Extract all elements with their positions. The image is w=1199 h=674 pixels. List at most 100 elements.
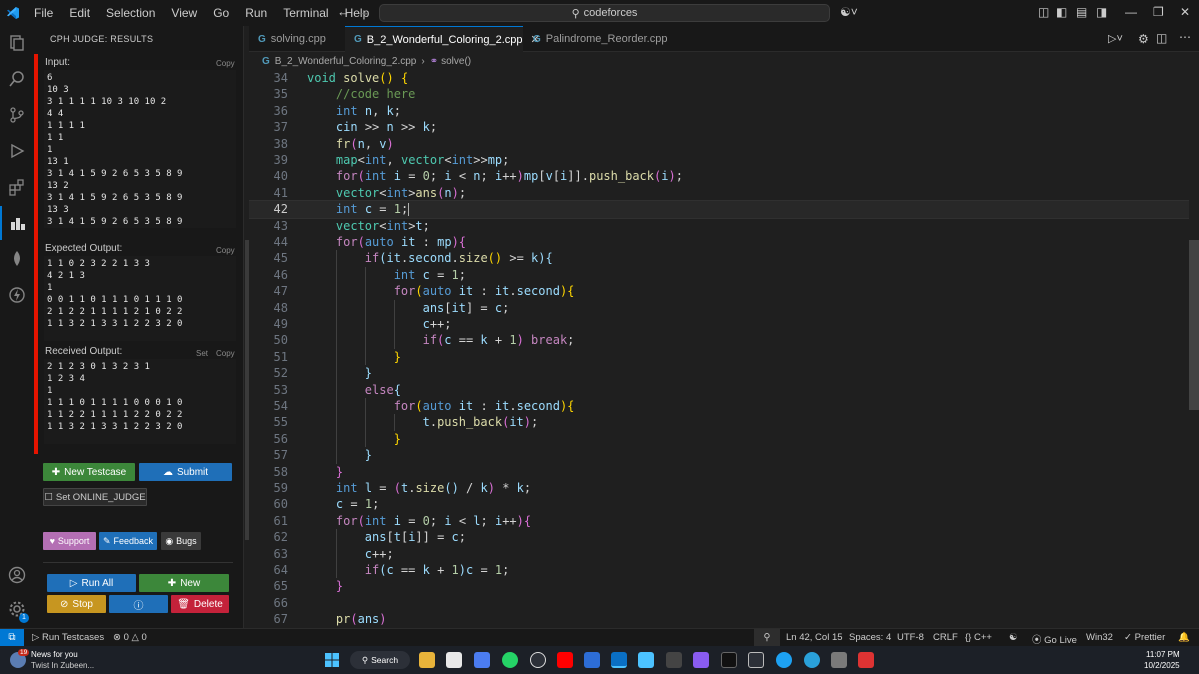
bugs-button[interactable]: ◉ Bugs (161, 532, 201, 550)
code-line[interactable]: 47 for(auto it : it.second){ (249, 283, 1189, 300)
back-arrow-icon[interactable]: ← (337, 4, 350, 19)
gemini-icon[interactable] (474, 652, 490, 668)
go-live-button[interactable]: ⦿ Go Live (1032, 632, 1077, 646)
vscode-taskbar-icon[interactable] (611, 652, 627, 668)
code-line[interactable]: 66 (249, 595, 1189, 611)
code-text[interactable]: } (307, 464, 343, 480)
code-line[interactable]: 38 fr(n, v) (249, 136, 1189, 152)
code-text[interactable]: if(it.second.size() >= k){ (307, 250, 553, 266)
input-box[interactable]: 6 10 3 3 1 1 1 1 10 3 10 10 2 4 4 1 1 1 … (44, 70, 236, 228)
breadcrumb-symbol[interactable]: solve() (441, 56, 471, 67)
code-text[interactable]: for(auto it : it.second){ (307, 398, 575, 414)
media-icon[interactable] (693, 652, 709, 668)
restore-icon[interactable]: ❐ (1153, 5, 1164, 19)
code-line[interactable]: 43 vector<int>t; (249, 218, 1189, 234)
taskbar-search[interactable]: ⚲ Search (350, 651, 410, 669)
set-online-judge-button[interactable]: ☐ Set ONLINE_JUDGE (43, 488, 147, 506)
app2-icon[interactable] (831, 652, 847, 668)
code-text[interactable]: for(auto it : mp){ (307, 234, 466, 250)
set-received-button[interactable]: Set (196, 349, 208, 358)
toggle-sidebar-icon[interactable]: ◧ (1056, 5, 1067, 19)
code-text[interactable]: ans[t[i]] = c; (307, 529, 466, 545)
code-line[interactable]: 50 if(c == k + 1) break; (249, 332, 1189, 349)
code-line[interactable]: 40 for(int i = 0; i < n; i++)mp[v[i]].pu… (249, 168, 1189, 184)
code-line[interactable]: 48 ans[it] = c; (249, 299, 1189, 316)
code-text[interactable]: vector<int>ans(n); (307, 185, 466, 201)
info-button[interactable]: ⓘ (109, 595, 168, 613)
youtube-icon[interactable] (557, 652, 573, 668)
code-text[interactable]: c++; (307, 546, 394, 562)
code-text[interactable]: int l = (t.size() / k) * k; (307, 480, 531, 496)
split-editor-icon[interactable]: ◫ (1156, 31, 1167, 45)
code-line[interactable]: 52 } (249, 365, 1189, 382)
encoding[interactable]: UTF-8 (897, 632, 924, 643)
code-text[interactable]: map<int, vector<int>>mp; (307, 152, 509, 168)
close-window-icon[interactable]: ✕ (1180, 5, 1190, 19)
code-line[interactable]: 56 } (249, 430, 1189, 448)
search-icon[interactable] (0, 62, 34, 96)
code-line[interactable]: 57 } (249, 447, 1189, 464)
forward-arrow-icon[interactable]: → (357, 4, 370, 19)
received-output-box[interactable]: 2 1 2 3 0 1 3 2 3 1 1 2 3 4 1 1 1 1 0 1 … (44, 359, 236, 444)
code-line[interactable]: 63 c++; (249, 545, 1189, 562)
news-title[interactable]: News for you (31, 650, 78, 659)
prettier-status[interactable]: ✓ Prettier (1124, 632, 1165, 643)
platform[interactable]: Win32 (1086, 632, 1113, 643)
code-line[interactable]: 35 //code here (249, 86, 1189, 102)
run-debug-icon[interactable] (0, 134, 34, 168)
source-control-icon[interactable] (0, 98, 34, 132)
telegram-icon[interactable] (804, 652, 820, 668)
code-text[interactable]: void solve() { (307, 70, 408, 86)
language-mode[interactable]: {} C++ (965, 632, 992, 643)
run-all-button[interactable]: ▷ Run All (47, 574, 136, 592)
run-code-icon[interactable]: ▷˅ (1108, 32, 1123, 45)
copy-expected-button[interactable]: Copy (216, 246, 235, 255)
screenshot-icon[interactable] (858, 652, 874, 668)
zoom-icon[interactable]: ⚲ (754, 629, 780, 646)
tab-wonderful-coloring[interactable]: G B_2_Wonderful_Coloring_2.cpp ✕ (345, 26, 540, 52)
expected-output-box[interactable]: 1 1 0 2 3 2 2 1 3 3 4 2 1 3 1 0 0 1 1 0 … (44, 256, 236, 341)
layout-icon[interactable]: ◫ (1038, 5, 1049, 19)
menu-edit[interactable]: Edit (61, 0, 98, 26)
code-line[interactable]: 58 } (249, 464, 1189, 480)
minimize-icon[interactable]: — (1125, 5, 1137, 19)
menu-view[interactable]: View (163, 0, 205, 26)
code-text[interactable]: else{ (307, 382, 401, 398)
run-testcases-button[interactable]: ▷ Run Testcases (32, 632, 104, 643)
gmail-icon[interactable] (446, 652, 462, 668)
code-text[interactable]: int c = 1; (307, 201, 408, 217)
code-text[interactable]: for(auto it : it.second){ (307, 283, 575, 299)
copilot-status-icon[interactable]: ☯ (1009, 632, 1018, 643)
file-explorer-icon[interactable] (419, 652, 435, 668)
x-twitter-icon[interactable] (721, 652, 737, 668)
lightning-icon[interactable] (0, 278, 34, 312)
line-ending[interactable]: CRLF (933, 632, 958, 643)
copilot-icon[interactable]: ☯˅ (840, 5, 858, 19)
support-button[interactable]: ♥ Support (43, 532, 96, 550)
menu-run[interactable]: Run (237, 0, 275, 26)
code-text[interactable]: int n, k; (307, 103, 401, 119)
code-line[interactable]: 65 } (249, 578, 1189, 594)
code-text[interactable]: pr(ans) (307, 611, 387, 627)
code-line[interactable]: 44 for(auto it : mp){ (249, 234, 1189, 250)
windows-start-icon[interactable] (325, 653, 339, 667)
code-text[interactable]: for(int i = 0; i < n; i++)mp[v[i]].push_… (307, 168, 683, 184)
leaf-icon[interactable] (0, 242, 34, 276)
toggle-secondary-sidebar-icon[interactable]: ◨ (1096, 5, 1107, 19)
code-line[interactable]: 64 if(c == k + 1)c = 1; (249, 562, 1189, 579)
code-text[interactable]: for(int i = 0; i < l; i++){ (307, 513, 531, 529)
code-line[interactable]: 55 t.push_back(it); (249, 414, 1189, 431)
copy-received-button[interactable]: Copy (216, 349, 235, 358)
menu-terminal[interactable]: Terminal (275, 0, 336, 26)
code-line[interactable]: 53 else{ (249, 381, 1189, 398)
code-line[interactable]: 36 int n, k; (249, 103, 1189, 119)
editor-scrollbar[interactable] (1189, 240, 1199, 410)
tab-solving[interactable]: Gsolving.cpp (249, 26, 344, 52)
extensions-icon[interactable] (0, 170, 34, 204)
account-icon[interactable] (0, 558, 34, 592)
clock-time[interactable]: 11:07 PM (1146, 650, 1180, 659)
command-center-search[interactable]: ⚲ codeforces (379, 4, 830, 22)
code-editor[interactable]: 34 void solve() {35 //code here 36 int n, … (249, 69, 1189, 628)
code-line[interactable]: 37 cin >> n >> k; (249, 119, 1189, 135)
explorer-icon[interactable] (0, 26, 34, 60)
